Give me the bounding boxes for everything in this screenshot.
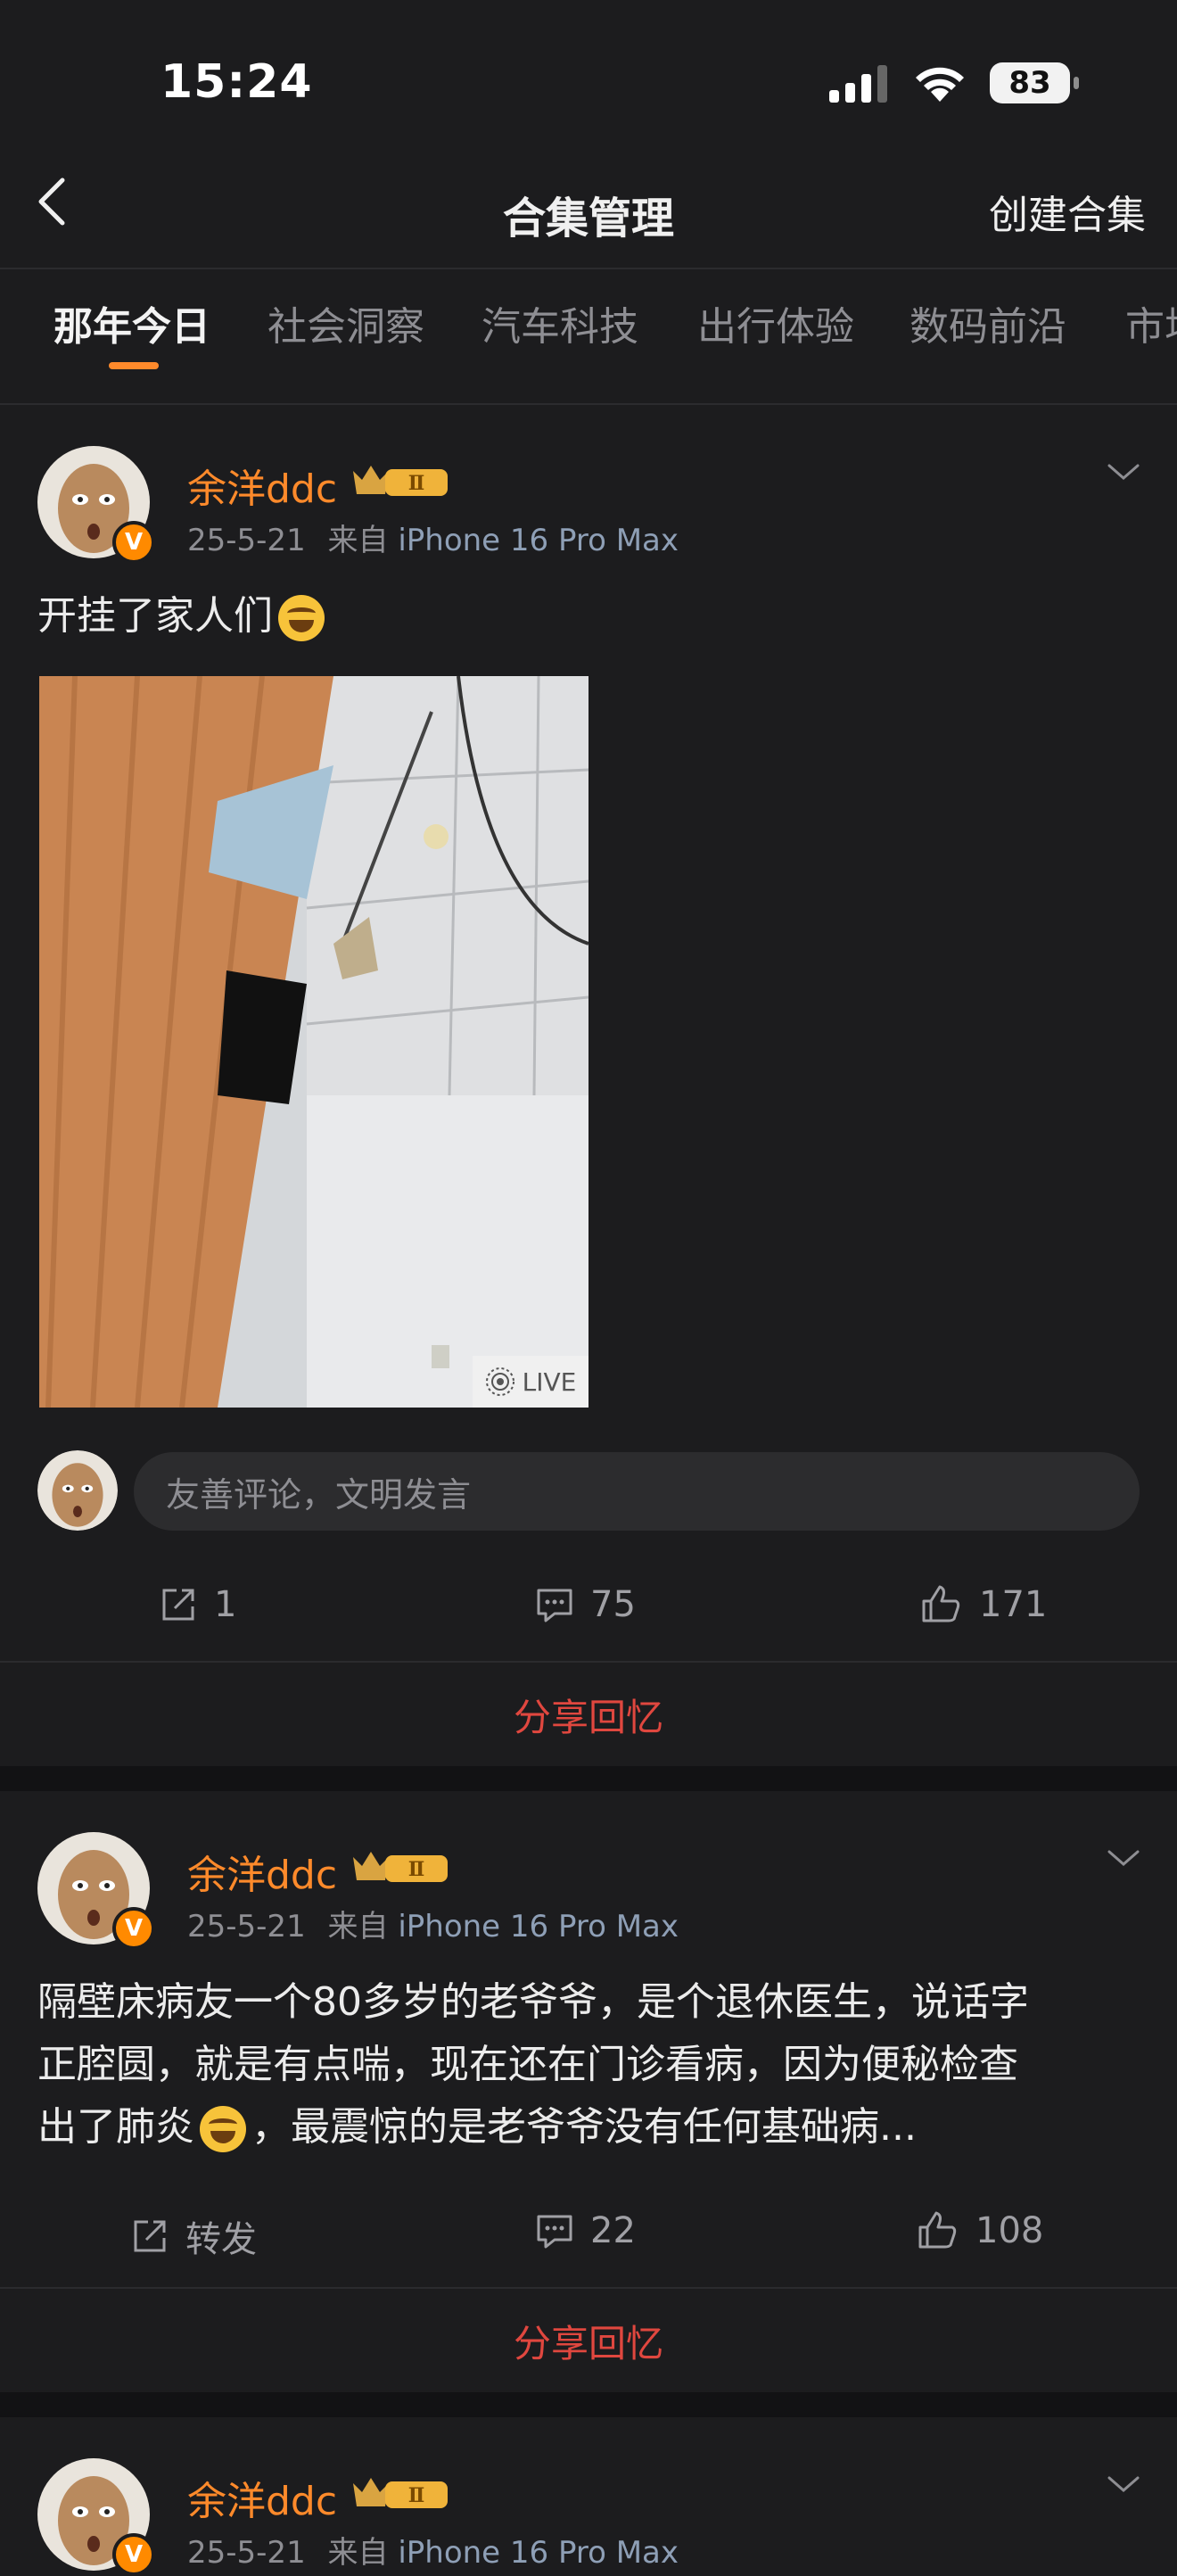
avatar[interactable]: V — [37, 446, 155, 564]
tab-0[interactable]: 那年今日 — [54, 294, 210, 351]
category-tabs: 那年今日 社会洞察 汽车科技 出行体验 数码前沿 市场 — [0, 294, 1177, 392]
vip-crown-badge-icon: Ⅱ — [353, 466, 448, 496]
repost-icon — [162, 1589, 194, 1621]
nav-divider — [0, 268, 1177, 269]
comment-icon — [537, 2215, 572, 2249]
username[interactable]: 余洋ddc — [187, 457, 337, 514]
active-tab-indicator — [109, 362, 159, 369]
username[interactable]: 余洋ddc — [187, 1843, 337, 1900]
post-meta: 25-5-21 来自 iPhone 16 Pro Max — [187, 1902, 679, 1945]
username[interactable]: 余洋ddc — [187, 2469, 337, 2526]
thumbs-up-icon — [922, 1585, 960, 1622]
post-from: 来自 — [327, 2535, 389, 2571]
divider — [0, 1661, 1177, 1663]
comment-button[interactable]: 22 — [535, 2210, 636, 2251]
repost-icon — [134, 2220, 166, 2252]
live-photo-icon — [485, 1367, 514, 1396]
like-button[interactable]: 108 — [917, 2210, 1043, 2251]
chevron-down-icon[interactable] — [1104, 453, 1143, 492]
comment-input[interactable]: 友善评论，文明发言 — [134, 1452, 1140, 1531]
create-collection-button[interactable]: 创建合集 — [989, 183, 1146, 240]
cellular-signal-icon — [829, 65, 887, 103]
verified-badge-icon: V — [112, 2533, 155, 2576]
card-gap — [0, 1766, 1177, 1791]
post-photo[interactable]: LIVE — [39, 676, 588, 1408]
avatar-face-icon — [37, 1450, 118, 1531]
verified-badge-icon: V — [112, 521, 155, 564]
post-source[interactable]: iPhone 16 Pro Max — [398, 2535, 679, 2571]
chevron-down-icon[interactable] — [1104, 1839, 1143, 1878]
comment-button[interactable]: 75 — [535, 1584, 636, 1625]
battery-indicator: 83 — [990, 62, 1079, 103]
divider — [0, 2287, 1177, 2289]
comment-icon — [537, 1589, 572, 1622]
svg-text:Ⅱ: Ⅱ — [408, 472, 425, 495]
svg-text:Ⅱ: Ⅱ — [408, 2484, 425, 2507]
post-from: 来自 — [327, 523, 389, 558]
thumbs-up-icon — [918, 2211, 957, 2249]
tab-2[interactable]: 汽车科技 — [482, 294, 638, 351]
post-source[interactable]: iPhone 16 Pro Max — [398, 1909, 679, 1944]
tab-1[interactable]: 社会洞察 — [268, 294, 424, 351]
post-source[interactable]: iPhone 16 Pro Max — [398, 523, 679, 558]
post-text: 隔壁床病友一个80多岁的老爷爷，是个退休医生，说话字 正腔圆，就是有点喘，现在还… — [37, 1971, 1143, 2159]
wifi-icon — [916, 67, 964, 102]
avatar[interactable]: V — [37, 1832, 155, 1950]
laughing-emoji-icon — [200, 2106, 246, 2152]
laughing-emoji-icon — [278, 595, 325, 641]
avatar[interactable]: V — [37, 2458, 155, 2576]
post-meta: 25-5-21 来自 iPhone 16 Pro Max — [187, 516, 679, 559]
tab-4[interactable]: 数码前沿 — [910, 294, 1066, 351]
repost-button[interactable]: 1 — [159, 1584, 236, 1625]
live-photo-badge: LIVE — [473, 1356, 588, 1408]
tabs-divider — [0, 403, 1177, 405]
status-icons: 83 — [829, 62, 1079, 103]
like-button[interactable]: 171 — [920, 1584, 1047, 1625]
status-time: 15:24 — [160, 55, 313, 109]
post-from: 来自 — [327, 1909, 389, 1944]
vip-crown-badge-icon: Ⅱ — [353, 1852, 448, 1882]
chevron-down-icon[interactable] — [1104, 2465, 1143, 2505]
verified-badge-icon: V — [112, 1907, 155, 1950]
tab-3[interactable]: 出行体验 — [697, 294, 854, 351]
post-date: 25-5-21 — [187, 523, 306, 558]
my-avatar — [37, 1450, 118, 1531]
vip-crown-badge-icon: Ⅱ — [353, 2478, 448, 2508]
share-memory-button[interactable]: 分享回忆 — [0, 2314, 1177, 2368]
share-memory-button[interactable]: 分享回忆 — [0, 1688, 1177, 1742]
post-text: 开挂了家人们 — [37, 585, 330, 648]
repost-button[interactable]: 转发 — [130, 2210, 257, 2262]
post-meta: 25-5-21 来自 iPhone 16 Pro Max — [187, 2528, 679, 2572]
card-gap — [0, 2392, 1177, 2417]
hospital-ceiling-photo — [39, 676, 588, 1408]
post-date: 25-5-21 — [187, 1909, 306, 1944]
tab-5[interactable]: 市场 — [1125, 294, 1177, 351]
post-date: 25-5-21 — [187, 2535, 306, 2571]
svg-text:Ⅱ: Ⅱ — [408, 1858, 425, 1881]
